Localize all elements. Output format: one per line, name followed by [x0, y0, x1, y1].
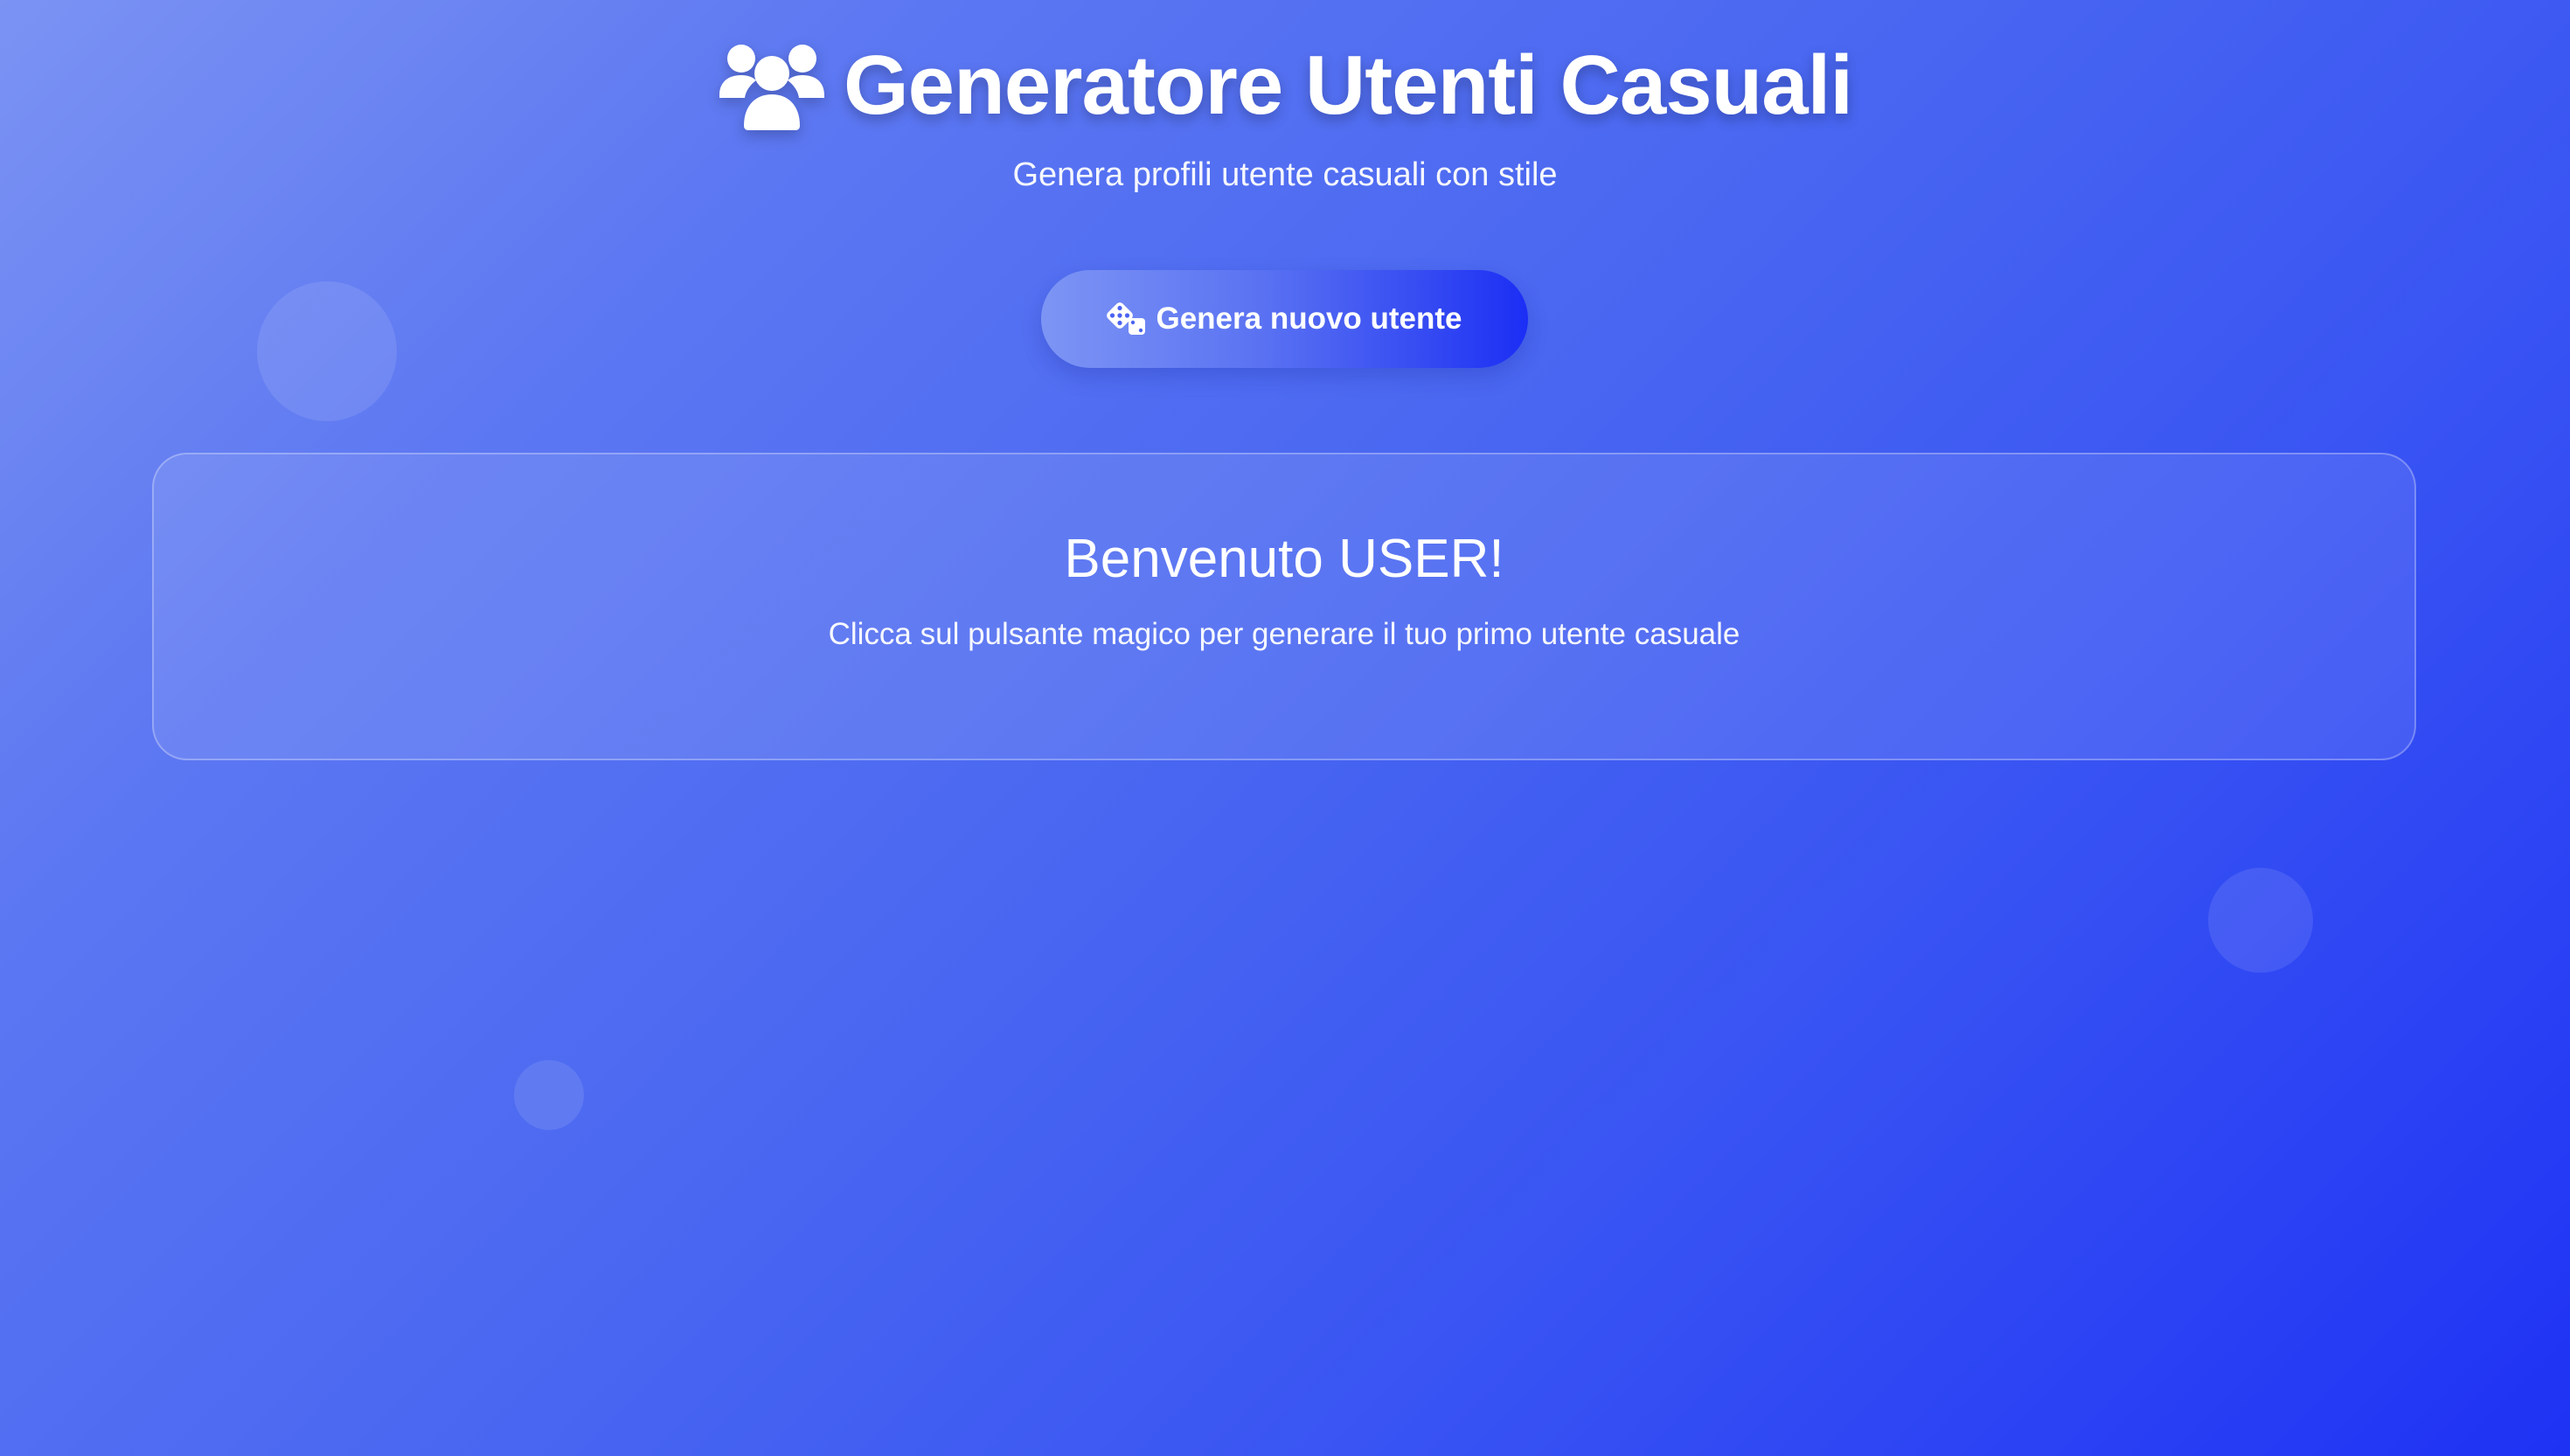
welcome-text: Clicca sul pulsante magico per generare …: [828, 617, 1740, 651]
decorative-bubble: [514, 1060, 584, 1130]
welcome-title: Benvenuto USER!: [1064, 529, 1504, 589]
page-subtitle: Genera profili utente casuali con stile: [1012, 156, 1558, 193]
page-title-text: Generatore Utenti Casuali: [844, 38, 1853, 132]
decorative-bubble: [257, 281, 397, 421]
users-icon: [718, 40, 826, 131]
welcome-card: Benvenuto USER! Clicca sul pulsante magi…: [152, 453, 2416, 760]
page-title: Generatore Utenti Casuali: [718, 35, 1853, 135]
dice-icon: [1107, 302, 1147, 336]
page-header: Generatore Utenti Casuali Genera profili…: [0, 35, 2570, 195]
decorative-bubble: [2208, 868, 2313, 973]
generate-user-button[interactable]: Genera nuovo utente: [1041, 270, 1528, 368]
generate-user-button-label: Genera nuovo utente: [1156, 302, 1462, 336]
